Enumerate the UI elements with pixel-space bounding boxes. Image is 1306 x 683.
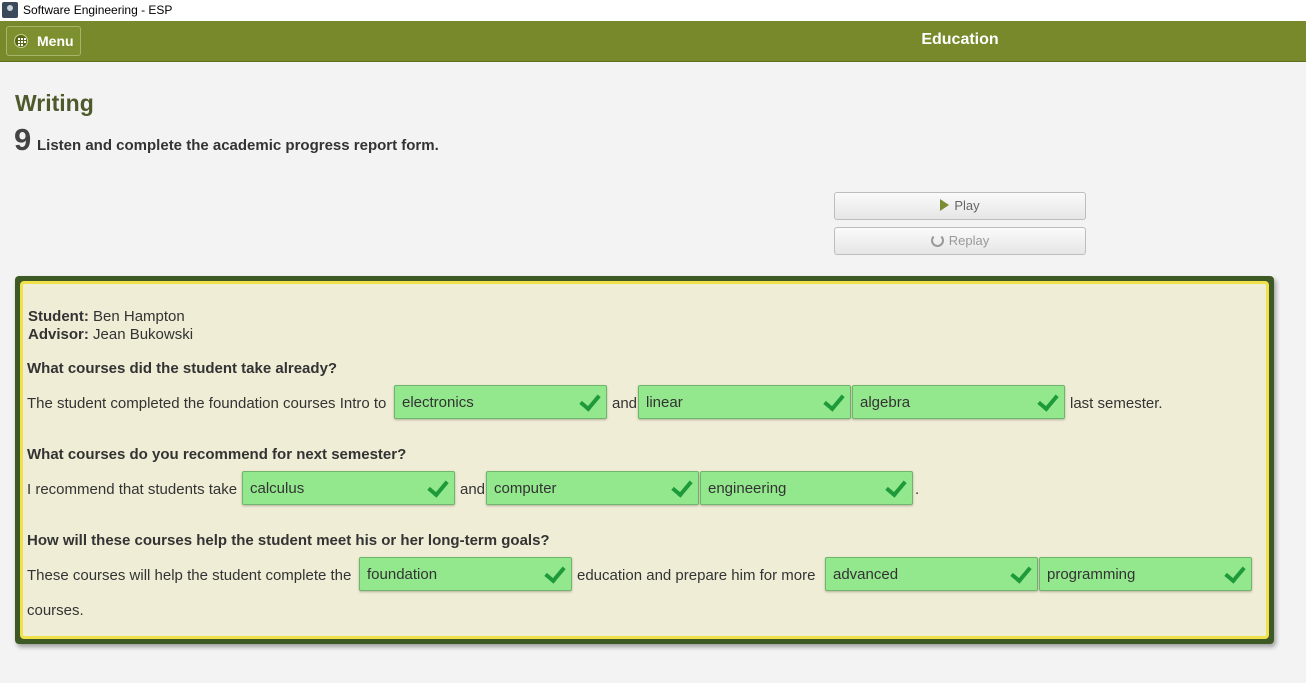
q2-text-2: and [460, 481, 486, 498]
check-icon [885, 475, 907, 498]
answer-field[interactable]: calculus [242, 471, 455, 505]
answer-value: electronics [402, 394, 474, 411]
report-panel-inner: Student: Ben Hampton Advisor: Jean Bukow… [20, 281, 1269, 639]
header-bar: Menu Education [0, 21, 1306, 62]
report-panel: Student: Ben Hampton Advisor: Jean Bukow… [15, 276, 1274, 644]
check-icon [544, 561, 566, 584]
replay-label: Replay [948, 233, 990, 248]
answer-field[interactable]: algebra [852, 385, 1065, 419]
check-icon [1010, 561, 1032, 584]
answer-value: calculus [250, 480, 305, 497]
q3-text-3: courses. [27, 602, 84, 619]
answer-value: foundation [367, 566, 438, 583]
answer-field[interactable]: electronics [394, 385, 607, 419]
answer-field[interactable]: advanced [825, 557, 1038, 591]
q2-text-3: . [915, 481, 920, 498]
menu-label: Menu [37, 33, 74, 49]
answer-field[interactable]: linear [638, 385, 851, 419]
question-3: How will these courses help the student … [27, 532, 550, 549]
advisor-label: Advisor: [28, 326, 89, 343]
question-2: What courses do you recommend for next s… [27, 446, 407, 463]
q1-text-3: last semester. [1070, 395, 1163, 412]
exercise-number: 9 [14, 122, 32, 157]
answer-field[interactable]: computer [486, 471, 699, 505]
answer-value: linear [646, 394, 683, 411]
advisor-name: Jean Bukowski [93, 326, 194, 343]
q2-text-1: I recommend that students take [27, 481, 238, 498]
advisor-line: Advisor: Jean Bukowski [28, 326, 193, 343]
grid-icon [14, 34, 28, 48]
answer-value: algebra [860, 394, 911, 411]
answer-field[interactable]: engineering [700, 471, 913, 505]
replay-icon [930, 234, 944, 247]
answer-value: programming [1047, 566, 1136, 583]
play-label: Play [954, 198, 980, 213]
answer-field[interactable]: foundation [359, 557, 572, 591]
student-line: Student: Ben Hampton [28, 308, 185, 325]
check-icon [671, 475, 693, 498]
check-icon [1224, 561, 1246, 584]
app-icon [2, 2, 18, 18]
answer-value: engineering [708, 480, 787, 497]
q1-text-2: and [612, 395, 638, 412]
check-icon [427, 475, 449, 498]
q1-text-1: The student completed the foundation cou… [27, 395, 387, 412]
play-button[interactable]: Play [834, 192, 1086, 220]
student-label: Student: [28, 308, 89, 325]
menu-button[interactable]: Menu [6, 26, 81, 56]
student-name: Ben Hampton [93, 308, 185, 325]
answer-value: advanced [833, 566, 899, 583]
section-title: Writing [15, 90, 94, 116]
window-title: Software Engineering - ESP [23, 3, 173, 17]
header-title: Education [921, 31, 999, 48]
answer-value: computer [494, 480, 557, 497]
check-icon [1037, 389, 1059, 412]
window-titlebar: Software Engineering - ESP [0, 0, 1306, 21]
q3-text-1: These courses will help the student comp… [27, 567, 352, 584]
replay-button[interactable]: Replay [834, 227, 1086, 255]
question-1: What courses did the student take alread… [27, 360, 338, 377]
answer-field[interactable]: programming [1039, 557, 1252, 591]
check-icon [579, 389, 601, 412]
exercise-instruction: Listen and complete the academic progres… [37, 137, 439, 154]
check-icon [823, 389, 845, 412]
q3-text-2: education and prepare him for more [577, 567, 816, 584]
play-icon [940, 199, 950, 211]
